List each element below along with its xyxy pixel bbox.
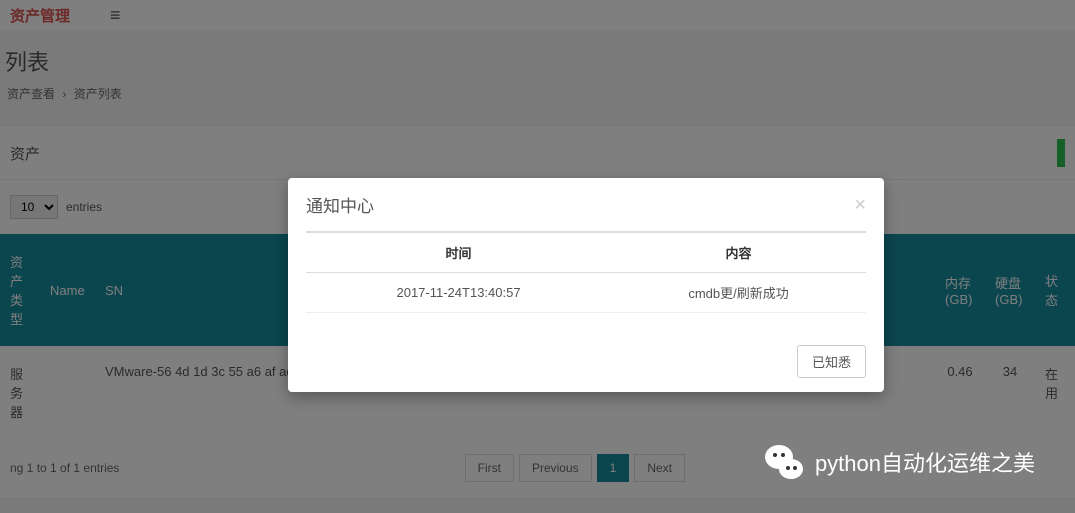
watermark-text: python自动化运维之美 (815, 446, 1035, 478)
modal-header: 通知中心 × (288, 178, 884, 231)
cell-time: 2017-11-24T13:40:57 (306, 273, 611, 313)
acknowledge-button[interactable]: 已知悉 (797, 345, 866, 378)
close-icon[interactable]: × (854, 195, 866, 215)
notification-row: 2017-11-24T13:40:57 cmdb更/刷新成功 (306, 273, 866, 313)
notification-modal: 通知中心 × 时间 内容 2017-11-24T13:40:57 cmdb更/刷… (288, 178, 884, 392)
th-time: 时间 (306, 232, 611, 273)
modal-title: 通知中心 (306, 192, 374, 217)
modal-footer: 已知悉 (288, 331, 884, 392)
wechat-icon (763, 441, 805, 483)
notification-table: 时间 内容 2017-11-24T13:40:57 cmdb更/刷新成功 (306, 231, 866, 313)
cell-content: cmdb更/刷新成功 (611, 273, 866, 313)
watermark: python自动化运维之美 (763, 441, 1035, 483)
th-content: 内容 (611, 232, 866, 273)
modal-body: 时间 内容 2017-11-24T13:40:57 cmdb更/刷新成功 (288, 231, 884, 331)
